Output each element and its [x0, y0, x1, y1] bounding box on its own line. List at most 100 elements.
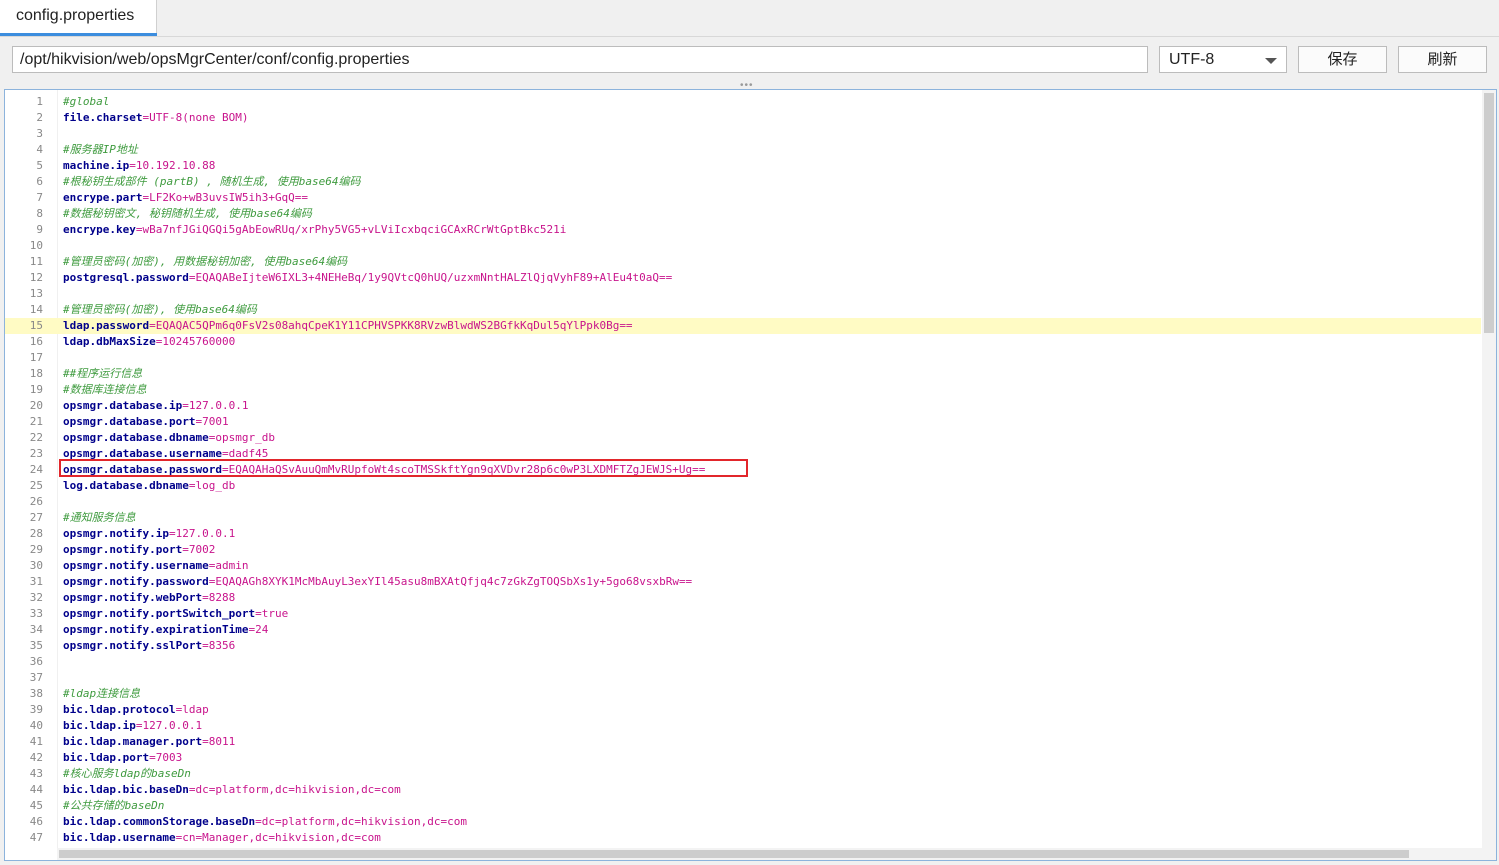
property-value: 7003 [155, 751, 183, 764]
line-number: 20 [29, 399, 43, 412]
property-key: bic.ldap.ip [63, 719, 136, 732]
line-number: 17 [29, 351, 43, 364]
line-number: 10 [29, 239, 43, 252]
save-button[interactable]: 保存 [1298, 46, 1387, 73]
horizontal-scrollbar-thumb[interactable] [59, 850, 1409, 858]
property-key: opsmgr.notify.password [63, 575, 209, 588]
equals-sign: = [182, 543, 189, 556]
code-line[interactable]: 7 encrype.part=LF2Ko+wB3uvsIW5ih3+GqQ== [5, 190, 1481, 206]
code-line[interactable]: 38 #ldap连接信息 [5, 686, 1481, 702]
vertical-scrollbar-thumb[interactable] [1484, 93, 1494, 333]
code-line[interactable]: 21 opsmgr.database.port=7001 [5, 414, 1481, 430]
code-line[interactable]: 42 bic.ldap.port=7003 [5, 750, 1481, 766]
encoding-select[interactable]: UTF-8 [1159, 46, 1287, 73]
line-number: 24 [29, 463, 43, 476]
property-value: admin [215, 559, 249, 572]
code-line[interactable]: 10 [5, 238, 1481, 254]
code-line[interactable]: 20 opsmgr.database.ip=127.0.0.1 [5, 398, 1481, 414]
comment-text: #管理员密码(加密), 用数据秘钥加密, 使用base64编码 [63, 255, 348, 268]
property-key: opsmgr.database.port [63, 415, 196, 428]
code-line[interactable]: 14 #管理员密码(加密), 使用base64编码 [5, 302, 1481, 318]
line-number: 14 [29, 303, 43, 316]
property-value: 7002 [188, 543, 216, 556]
equals-sign: = [202, 591, 209, 604]
code-line[interactable]: 11 #管理员密码(加密), 用数据秘钥加密, 使用base64编码 [5, 254, 1481, 270]
line-text: bic.ldap.commonStorage.baseDn=dc=platfor… [63, 814, 467, 830]
line-text: opsmgr.notify.ip=127.0.0.1 [63, 526, 235, 542]
code-line[interactable]: 2 file.charset=UTF-8(none BOM) [5, 110, 1481, 126]
line-text: #global [63, 94, 109, 110]
code-line[interactable]: 22 opsmgr.database.dbname=opsmgr_db [5, 430, 1481, 446]
equals-sign: = [188, 783, 196, 796]
line-text: opsmgr.database.ip=127.0.0.1 [63, 398, 248, 414]
line-text: ldap.dbMaxSize=10245760000 [63, 334, 235, 350]
code-line[interactable]: 16 ldap.dbMaxSize=10245760000 [5, 334, 1481, 350]
code-line[interactable]: 26 [5, 494, 1481, 510]
line-number: 37 [29, 671, 43, 684]
code-line[interactable]: 1 #global [5, 94, 1481, 110]
property-key: bic.ldap.username [63, 831, 176, 844]
code-line[interactable]: 39 bic.ldap.protocol=ldap [5, 702, 1481, 718]
code-line[interactable]: 18 ##程序运行信息 [5, 366, 1481, 382]
code-line[interactable]: 47 bic.ldap.username=cn=Manager,dc=hikvis… [5, 830, 1481, 846]
line-text: #公共存储的baseDn [63, 798, 164, 814]
property-key: encrype.part [63, 191, 143, 204]
code-line[interactable]: 45 #公共存储的baseDn [5, 798, 1481, 814]
code-editor[interactable]: 1 #global 2 file.charset=UTF-8(none BOM) 3 4 #… [4, 89, 1497, 861]
code-line[interactable]: 3 [5, 126, 1481, 142]
code-line[interactable]: 27 #通知服务信息 [5, 510, 1481, 526]
property-value: 7001 [202, 415, 229, 428]
property-value: true [261, 607, 289, 620]
tab-config-properties[interactable]: config.properties [0, 0, 157, 36]
line-text: opsmgr.database.port=7001 [63, 414, 229, 430]
property-key: opsmgr.notify.username [63, 559, 209, 572]
refresh-button[interactable]: 刷新 [1398, 46, 1487, 73]
code-line[interactable]: 40 bic.ldap.ip=127.0.0.1 [5, 718, 1481, 734]
code-line[interactable]: 36 [5, 654, 1481, 670]
code-line[interactable]: 17 [5, 350, 1481, 366]
code-line[interactable]: 12 postgresql.password=EQAQABeIjteW6IXL3+… [5, 270, 1481, 286]
vertical-scrollbar[interactable] [1482, 90, 1496, 860]
code-line[interactable]: 29 opsmgr.notify.port=7002 [5, 542, 1481, 558]
property-value: 127.0.0.1 [142, 719, 203, 732]
code-line[interactable]: 13 [5, 286, 1481, 302]
line-number: 38 [29, 687, 43, 700]
property-key: bic.ldap.manager.port [63, 735, 203, 748]
code-line[interactable]: 4 #服务器IP地址 [5, 142, 1481, 158]
horizontal-scrollbar[interactable] [57, 848, 1482, 860]
property-value: cn=Manager,dc=hikvision,dc=com [182, 831, 381, 844]
code-line[interactable]: 5 machine.ip=10.192.10.88 [5, 158, 1481, 174]
code-line[interactable]: 28 opsmgr.notify.ip=127.0.0.1 [5, 526, 1481, 542]
comment-text: #根秘钥生成部件 (partB) , 随机生成, 使用base64编码 [63, 175, 361, 188]
property-value: 24 [255, 623, 269, 636]
code-line[interactable]: 8 #数据秘钥密文, 秘钥随机生成, 使用base64编码 [5, 206, 1481, 222]
code-line[interactable]: 15 ldap.password=EQAQAC5QPm6q0FsV2s08ahqC… [5, 318, 1481, 334]
code-line[interactable]: 43 #核心服务ldap的baseDn [5, 766, 1481, 782]
code-line[interactable]: 41 bic.ldap.manager.port=8011 [5, 734, 1481, 750]
code-line[interactable]: 25 log.database.dbname=log_db [5, 478, 1481, 494]
code-line[interactable]: 44 bic.ldap.bic.baseDn=dc=platform,dc=hik… [5, 782, 1481, 798]
comment-text: ##程序运行信息 [63, 367, 143, 380]
property-key: ldap.dbMaxSize [63, 335, 156, 348]
line-text: #数据库连接信息 [63, 382, 147, 398]
line-text: log.database.dbname=log_db [63, 478, 235, 494]
code-line[interactable]: 35 opsmgr.notify.sslPort=8356 [5, 638, 1481, 654]
code-line[interactable]: 9 encrype.key=wBa7nfJGiQGQi5gAbEowRUq/xrP… [5, 222, 1481, 238]
code-line[interactable]: 19 #数据库连接信息 [5, 382, 1481, 398]
comment-text: #管理员密码(加密), 使用base64编码 [63, 303, 257, 316]
line-text: postgresql.password=EQAQABeIjteW6IXL3+4N… [63, 270, 672, 286]
code-line[interactable]: 31 opsmgr.notify.password=EQAQAGh8XYK1McM… [5, 574, 1481, 590]
property-value: 10245760000 [162, 335, 236, 348]
property-value: log_db [195, 479, 236, 492]
code-line[interactable]: 34 opsmgr.notify.expirationTime=24 [5, 622, 1481, 638]
code-line[interactable]: 30 opsmgr.notify.username=admin [5, 558, 1481, 574]
code-line[interactable]: 37 [5, 670, 1481, 686]
code-line[interactable]: 46 bic.ldap.commonStorage.baseDn=dc=platf… [5, 814, 1481, 830]
property-key: bic.ldap.port [63, 751, 150, 764]
code-line[interactable]: 33 opsmgr.notify.portSwitch_port=true [5, 606, 1481, 622]
line-number: 16 [29, 335, 43, 348]
code-line[interactable]: 6 #根秘钥生成部件 (partB) , 随机生成, 使用base64编码 [5, 174, 1481, 190]
line-number: 1 [36, 95, 43, 108]
file-path-input[interactable] [12, 46, 1148, 73]
code-line[interactable]: 32 opsmgr.notify.webPort=8288 [5, 590, 1481, 606]
